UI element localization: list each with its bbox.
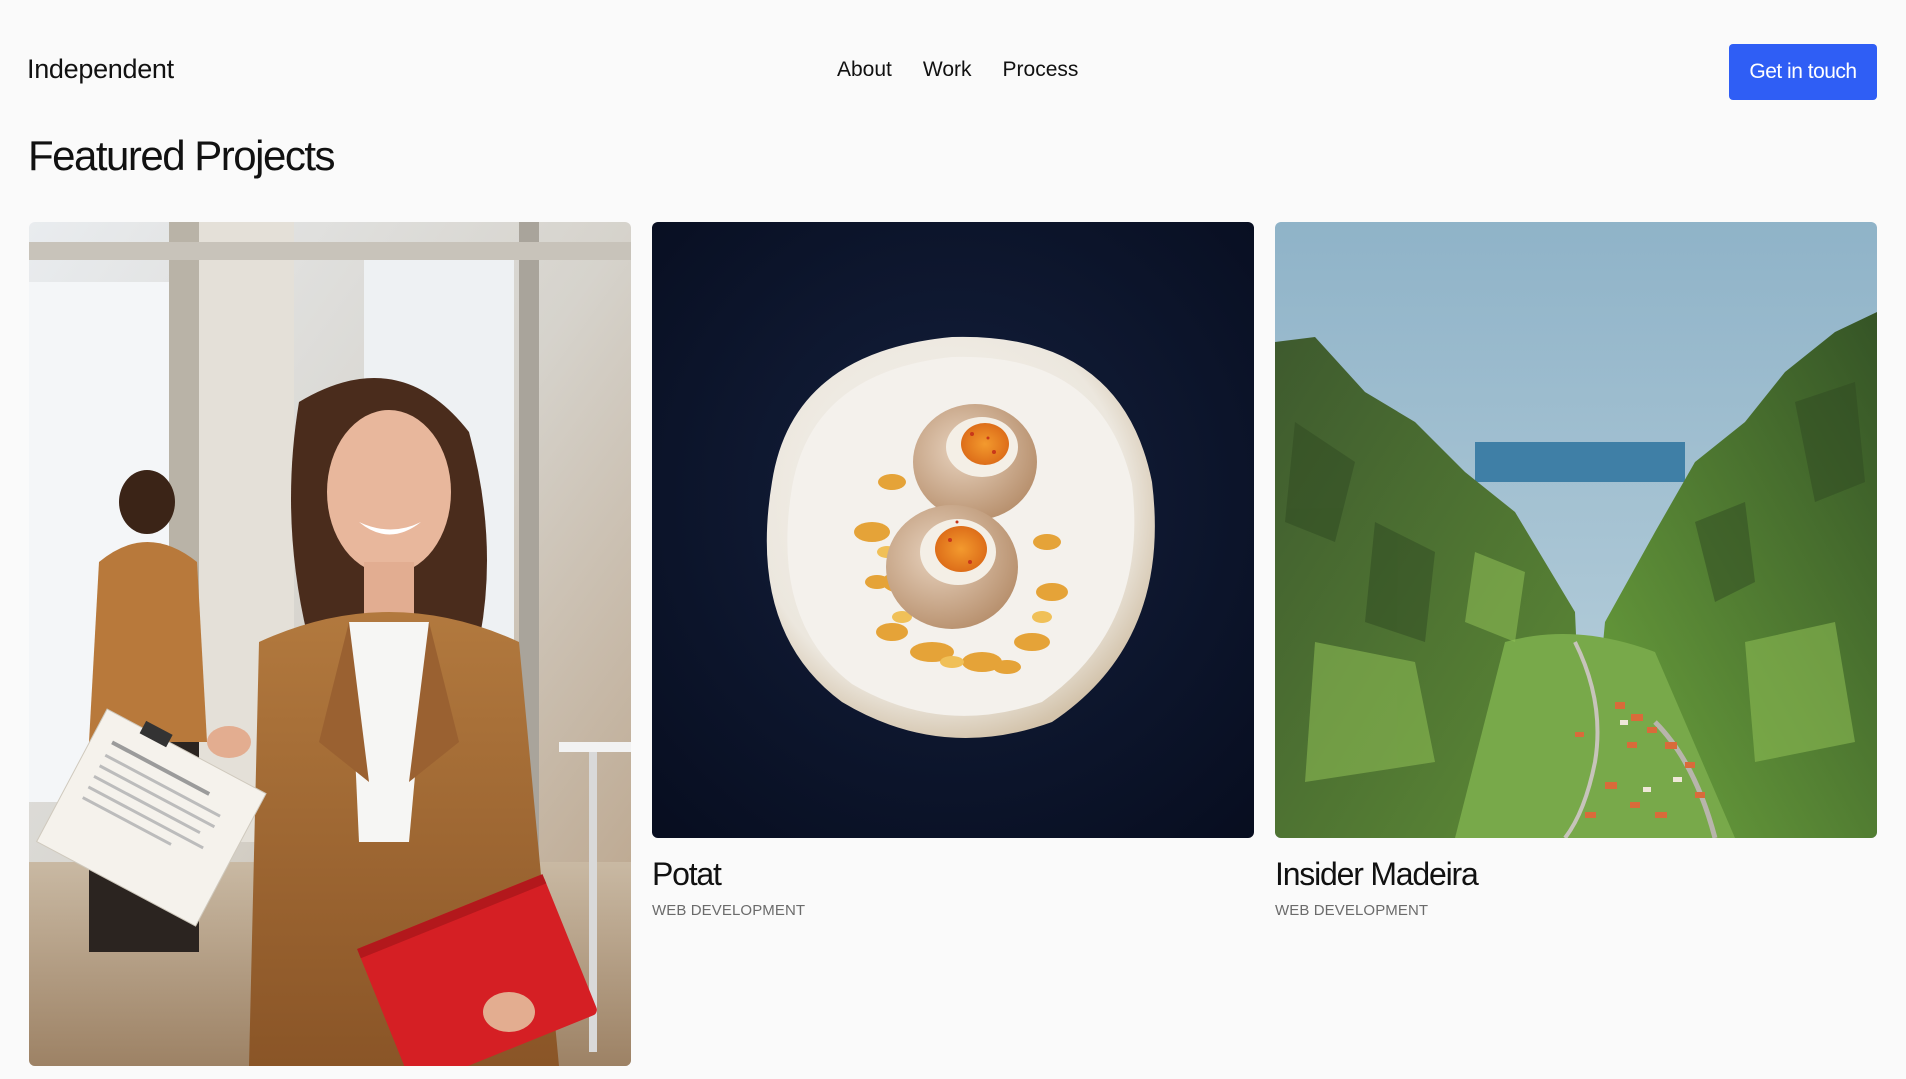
- eggs-on-plate-photo: [652, 222, 1254, 838]
- madeira-valley-photo: [1275, 222, 1877, 838]
- project-title[interactable]: Potat: [652, 856, 722, 893]
- site-header: Independent About Work Process Get in to…: [0, 0, 1906, 100]
- project-title[interactable]: Insider Madeira: [1275, 856, 1479, 893]
- woman-in-office-photo: [29, 222, 631, 1066]
- nav-link-work[interactable]: Work: [923, 58, 972, 82]
- project-category: WEB DEVELOPMENT: [1275, 902, 1429, 919]
- nav-link-about[interactable]: About: [837, 58, 892, 82]
- brand-logo[interactable]: Independent: [27, 54, 174, 85]
- project-category: WEB DEVELOPMENT: [652, 902, 806, 919]
- project-card-insider-madeira[interactable]: Insider Madeira WEB DEVELOPMENT: [1275, 222, 1877, 922]
- woman-in-office-image[interactable]: [29, 222, 631, 1066]
- potat-image[interactable]: [652, 222, 1254, 838]
- get-in-touch-button[interactable]: Get in touch: [1729, 44, 1877, 100]
- insider-madeira-image[interactable]: [1275, 222, 1877, 838]
- project-card-1[interactable]: [29, 222, 631, 1066]
- project-card-potat[interactable]: Potat WEB DEVELOPMENT: [652, 222, 1254, 922]
- section-title: Featured Projects: [28, 132, 336, 179]
- main-nav: About Work Process: [837, 58, 1078, 82]
- nav-link-process[interactable]: Process: [1003, 58, 1079, 82]
